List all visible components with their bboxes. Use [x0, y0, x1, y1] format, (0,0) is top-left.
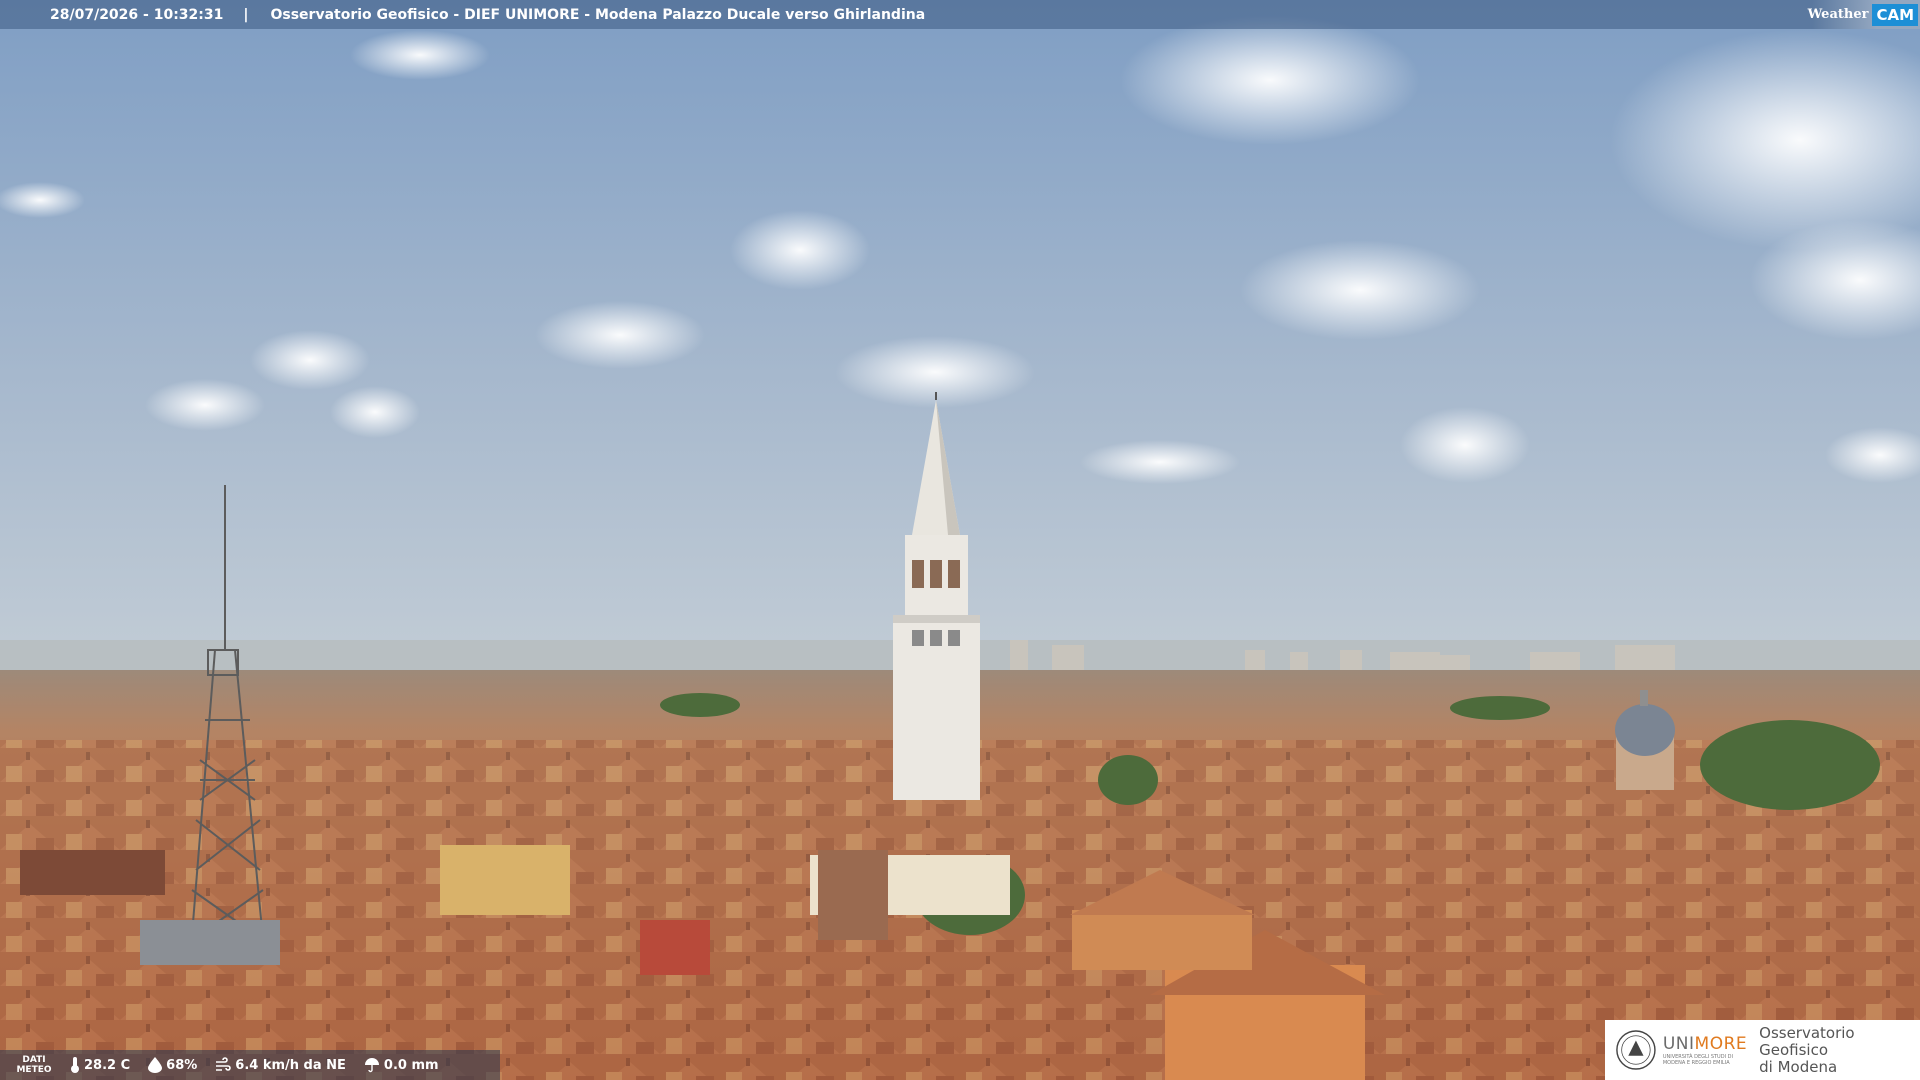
brand-cam: CAM — [1872, 3, 1918, 26]
brand-weather: Weather — [1807, 7, 1869, 22]
observatory-name: Osservatorio Geofisico di Modena — [1759, 1023, 1855, 1076]
temperature-reading: 28.2 C — [70, 1057, 130, 1073]
humidity-reading: 68% — [148, 1057, 197, 1073]
wind-icon — [216, 1057, 232, 1071]
thermometer-icon — [71, 1057, 79, 1073]
antenna-base — [140, 920, 280, 965]
temperature-value: 28.2 C — [84, 1057, 131, 1073]
rain-reading: 0.0 mm — [364, 1057, 439, 1073]
unimore-observatory-logo: UNIMORE UNIVERSITÀ DEGLI STUDI DI MODENA… — [1605, 1020, 1920, 1080]
humidity-drop-icon — [148, 1057, 163, 1073]
timestamp: 28/07/2026 - 10:32:31 — [50, 6, 224, 23]
rain-value: 0.0 mm — [383, 1057, 439, 1073]
camera-info-bar: 28/07/2026 - 10:32:31 | Osservatorio Geo… — [0, 0, 1920, 29]
weather-tag: DATI METEO — [16, 1055, 52, 1075]
unimore-wordmark: UNIMORE UNIVERSITÀ DEGLI STUDI DI MODENA… — [1662, 1034, 1748, 1066]
webcam-scene — [0, 0, 1920, 1080]
humidity-value: 68% — [166, 1057, 198, 1073]
weather-data-bar: DATI METEO 28.2 C 68% 6.4 km/h da NE 0.0… — [0, 1050, 500, 1080]
university-seal-icon — [1616, 1030, 1656, 1070]
weathercam-logo: Weather CAM — [1808, 0, 1920, 29]
separator: | — [243, 6, 249, 23]
wind-reading: 6.4 km/h da NE — [215, 1057, 346, 1073]
camera-title: Osservatorio Geofisico - DIEF UNIMORE - … — [270, 6, 926, 23]
wind-value: 6.4 km/h da NE — [235, 1057, 346, 1073]
umbrella-icon — [364, 1058, 379, 1073]
